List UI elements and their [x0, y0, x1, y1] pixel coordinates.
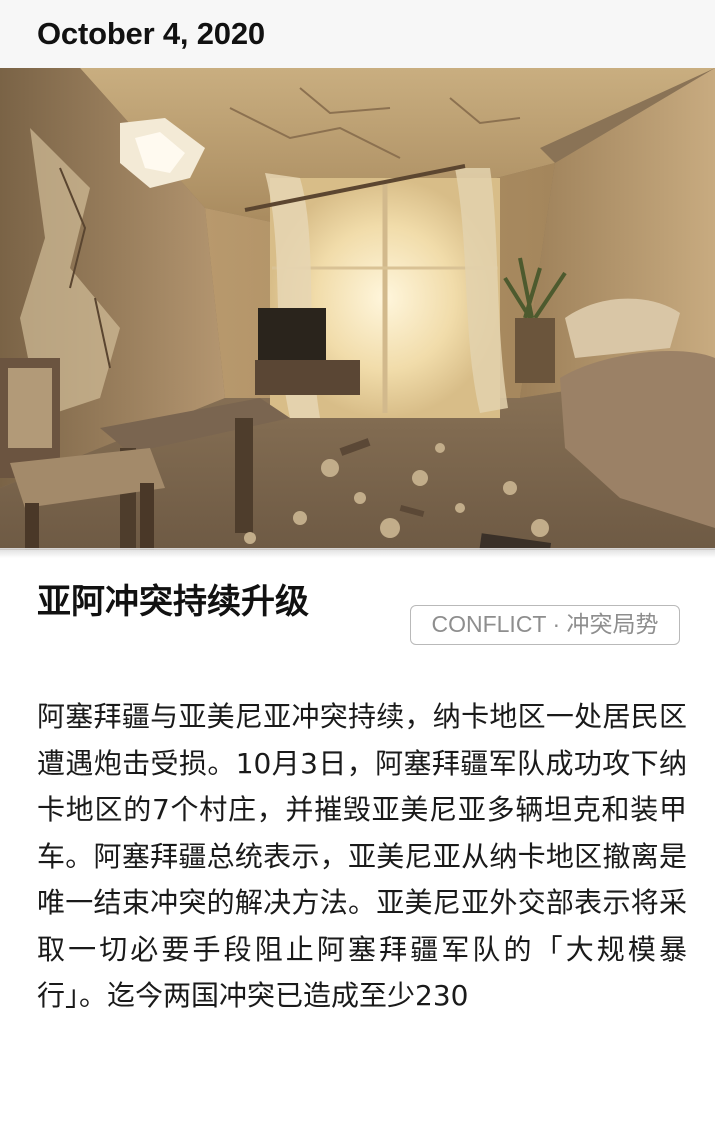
article-date: October 4, 2020	[37, 16, 265, 51]
article-photo[interactable]	[0, 68, 715, 550]
article-page: October 4, 2020 亚阿冲突持续升级 CONFLICT · 冲突局势…	[0, 0, 715, 1133]
article-body: 阿塞拜疆与亚美尼亚冲突持续，纳卡地区一处居民区遭遇炮击受损。10月3日，阿塞拜疆…	[37, 700, 687, 1012]
photo-shadow	[0, 548, 715, 558]
category-tag[interactable]: CONFLICT · 冲突局势	[410, 605, 680, 645]
article-title: 亚阿冲突持续升级	[37, 582, 309, 622]
date-header: October 4, 2020	[0, 0, 715, 68]
